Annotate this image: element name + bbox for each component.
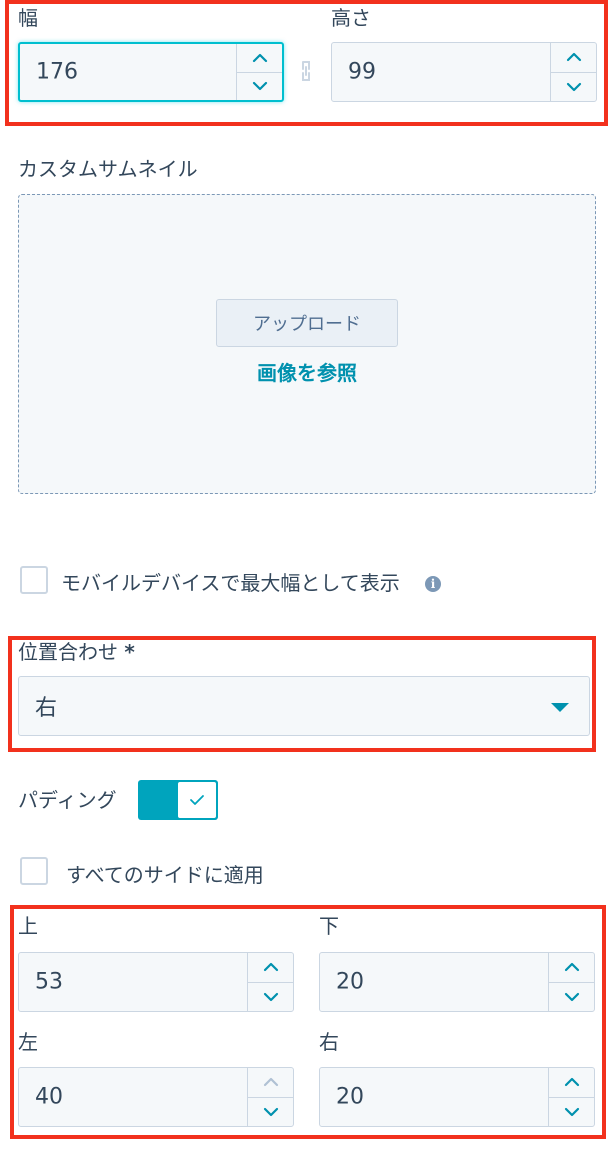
width-decrement-button[interactable] [237,71,282,101]
height-decrement-button[interactable] [551,71,596,102]
padding-bottom-input[interactable]: 20 [319,952,595,1012]
padding-right-increment-button[interactable] [549,1068,594,1097]
padding-right-value[interactable]: 20 [336,1085,364,1110]
height-stepper [550,43,596,101]
padding-top-value[interactable]: 53 [35,970,63,995]
padding-bottom-value[interactable]: 20 [336,970,364,995]
padding-right-decrement-button[interactable] [549,1096,594,1127]
width-increment-button[interactable] [237,44,282,72]
padding-bottom-increment-button[interactable] [549,953,594,982]
chevron-down-icon [263,1107,278,1116]
padding-top-increment-button[interactable] [248,953,293,982]
height-label: 高さ [331,6,371,30]
mobile-max-width-label: モバイルデバイスで最大幅として表示 [61,571,400,595]
chevron-down-icon [564,1107,579,1116]
browse-images-link[interactable]: 画像を参照 [19,357,595,386]
apply-all-sides-label: すべてのサイドに適用 [66,863,264,887]
thumbnail-dropzone[interactable]: アップロード 画像を参照 [18,194,596,494]
chevron-down-icon [564,992,579,1001]
padding-left-stepper [247,1068,293,1126]
custom-thumbnail-label: カスタムサムネイル [18,157,198,181]
chevron-up-icon [566,53,581,62]
padding-left-value[interactable]: 40 [35,1085,63,1110]
toggle-knob [176,780,218,820]
height-input[interactable]: 99 [331,42,597,102]
width-label: 幅 [18,6,38,30]
padding-top-decrement-button[interactable] [248,981,293,1012]
chevron-up-icon [263,1078,278,1087]
mobile-max-width-checkbox[interactable] [20,566,48,594]
chevron-up-icon [252,53,267,62]
alignment-selected-value: 右 [35,696,58,721]
padding-bottom-label: 下 [319,914,339,938]
padding-bottom-stepper [548,953,594,1011]
required-mark: * [124,640,135,664]
padding-label: パディング [18,788,117,812]
padding-right-stepper [548,1068,594,1126]
padding-bottom-decrement-button[interactable] [549,981,594,1012]
chevron-up-icon [263,963,278,972]
padding-toggle[interactable] [138,780,218,820]
padding-right-input[interactable]: 20 [319,1067,595,1127]
height-value[interactable]: 99 [348,60,376,85]
chevron-up-icon [564,1078,579,1087]
width-stepper [236,44,282,100]
height-increment-button[interactable] [551,43,596,72]
padding-top-input[interactable]: 53 [18,952,294,1012]
padding-right-label: 右 [319,1030,339,1054]
chevron-down-icon [566,82,581,91]
caret-down-icon [551,703,569,712]
info-icon[interactable]: i [425,576,441,592]
width-value[interactable]: 176 [36,60,78,85]
alignment-select[interactable]: 右 [18,676,590,736]
alignment-label-text: 位置合わせ [18,640,118,664]
padding-left-input[interactable]: 40 [18,1067,294,1127]
chevron-down-icon [252,82,267,91]
chevron-up-icon [564,963,579,972]
padding-top-stepper [247,953,293,1011]
padding-left-label: 左 [18,1030,38,1054]
upload-button[interactable]: アップロード [216,299,398,347]
checkmark-icon [190,795,204,805]
padding-left-increment-button[interactable] [248,1068,293,1097]
padding-top-label: 上 [18,914,38,938]
apply-all-sides-checkbox[interactable] [20,857,48,885]
chevron-down-icon [263,992,278,1001]
padding-left-decrement-button[interactable] [248,1096,293,1127]
alignment-label: 位置合わせ * [18,640,135,664]
width-input[interactable]: 176 [18,42,284,102]
aspect-lock-link-icon[interactable] [298,60,314,82]
